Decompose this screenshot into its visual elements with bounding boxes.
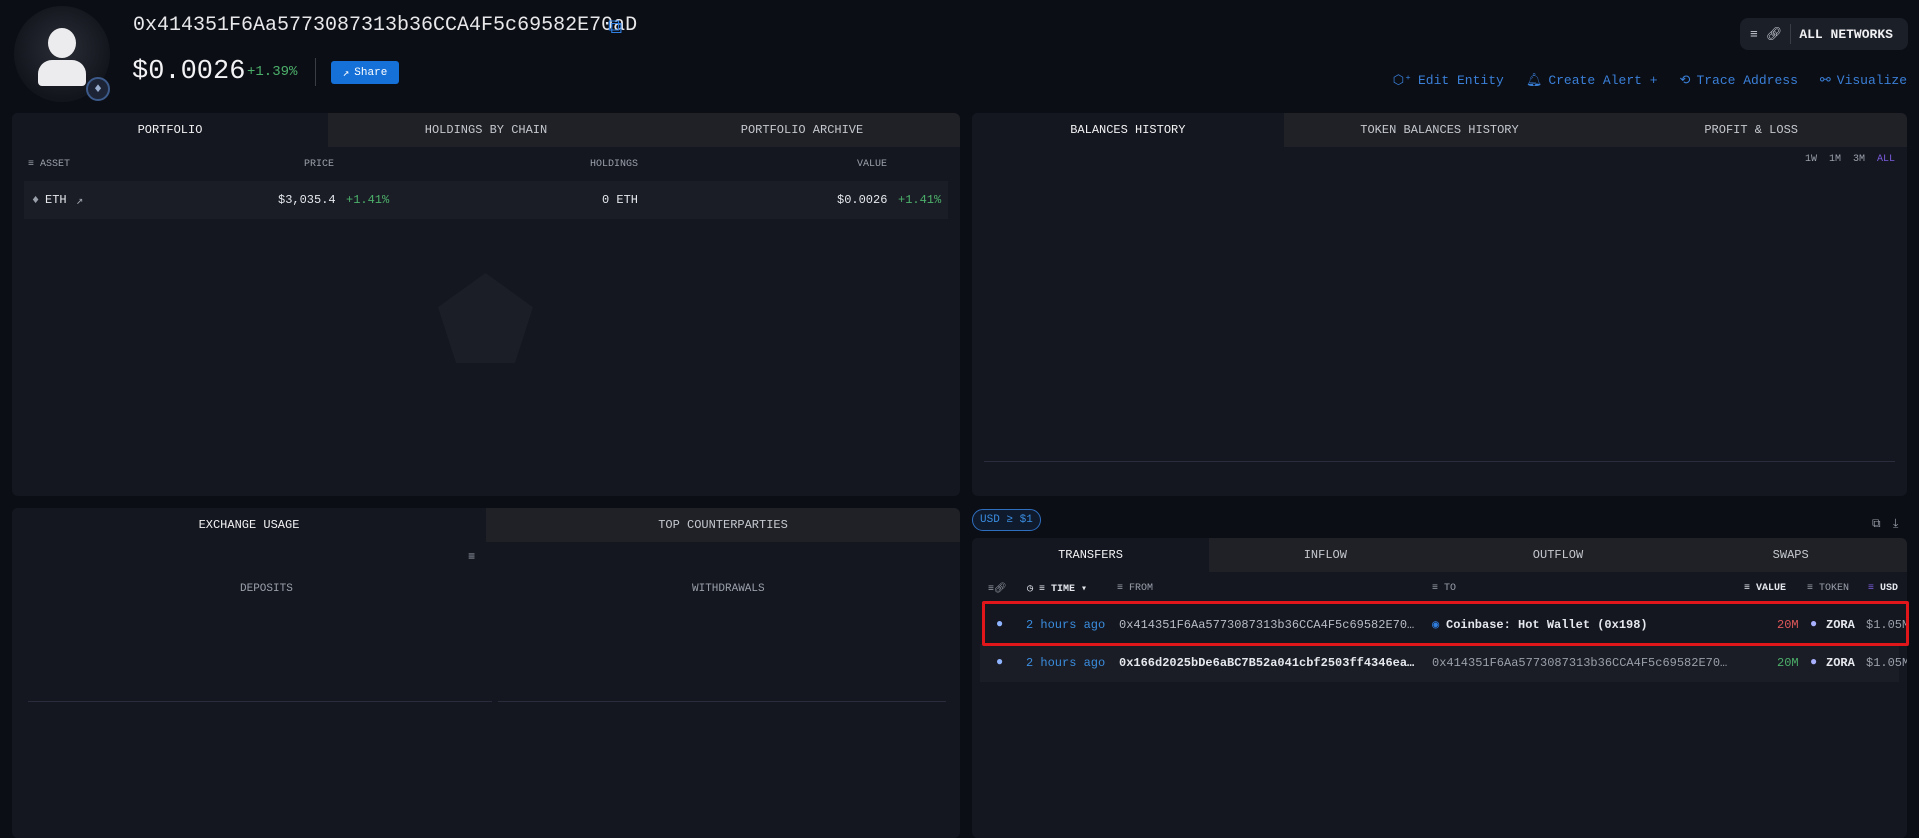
tab-holdings-by-chain[interactable]: HOLDINGS BY CHAIN [328, 113, 644, 147]
tab-transfers[interactable]: TRANSFERS [972, 538, 1209, 572]
download-icon[interactable]: ⤓ [1893, 517, 1898, 531]
create-alert-button[interactable]: 🔔︎ Create Alert + [1526, 73, 1658, 88]
chart-icon[interactable]: ↗ [76, 193, 83, 208]
edit-entity-button[interactable]: ⬡⁺ Edit Entity [1393, 73, 1504, 88]
withdrawals-axis [498, 701, 946, 702]
transfers-header: ≡🔗︎ ◷ ≡ TIME ▾ ≡ FROM ≡ TO ≡ VALUE ≡ TOK… [972, 572, 1907, 606]
balances-panel: BALANCES HISTORY TOKEN BALANCES HISTORY … [972, 113, 1907, 496]
value-column[interactable]: ≡ VALUE [1744, 583, 1786, 594]
deposits-axis [28, 701, 492, 702]
portfolio-panel: PORTFOLIO HOLDINGS BY CHAIN PORTFOLIO AR… [12, 113, 960, 496]
portfolio-header: ≡ ASSET PRICE HOLDINGS VALUE [12, 147, 960, 181]
from-column[interactable]: ≡ FROM [1117, 583, 1153, 594]
entity-actions: ⬡⁺ Edit Entity 🔔︎ Create Alert + ⟲ Trace Ad… [1393, 73, 1907, 88]
to-column[interactable]: ≡ TO [1432, 583, 1456, 594]
tab-exchange-usage[interactable]: EXCHANGE USAGE [12, 508, 486, 542]
balance: $0.0026 [132, 57, 246, 87]
zora-icon: ● [1810, 655, 1818, 669]
tab-profit-loss[interactable]: PROFIT & LOSS [1595, 113, 1907, 147]
ethereum-icon: ♦ [86, 77, 110, 101]
link-icon[interactable]: 🔗︎ [1766, 27, 1783, 42]
share-icon: ↗ [342, 67, 350, 80]
range-3m[interactable]: 3M [1853, 154, 1865, 165]
usd-filter-pill[interactable]: USD ≥ $1 [972, 509, 1041, 531]
copy-icon[interactable]: ⧉ [1872, 517, 1881, 531]
exchange-panel: EXCHANGE USAGE TOP COUNTERPARTIES ≡ DEPO… [12, 508, 960, 838]
bell-icon: 🔔︎ [1525, 73, 1543, 88]
copy-icon[interactable]: ⧉ [608, 16, 622, 40]
range-all[interactable]: ALL [1877, 154, 1895, 165]
range-1m[interactable]: 1M [1829, 154, 1841, 165]
table-row[interactable]: ♦ ETH ↗ $3,035.4 +1.41% 0 ETH $0.0026 +1… [24, 181, 948, 219]
edit-entity-icon: ⬡⁺ [1392, 73, 1412, 88]
tab-outflow[interactable]: OUTFLOW [1442, 538, 1675, 572]
holdings-column[interactable]: HOLDINGS [590, 159, 638, 170]
filter-icon[interactable]: ≡ [1750, 27, 1758, 42]
range-selector: 1W 1M 3M ALL [1805, 154, 1895, 165]
tab-portfolio-archive[interactable]: PORTFOLIO ARCHIVE [644, 113, 960, 147]
coinbase-icon: ◉ [1432, 618, 1440, 632]
zora-icon: ● [1810, 617, 1818, 631]
usd-column[interactable]: ≡ USD [1868, 583, 1898, 594]
graph-icon: ⚯ [1819, 73, 1831, 88]
tab-portfolio[interactable]: PORTFOLIO [12, 113, 328, 147]
chain-icon: ● [996, 655, 1004, 669]
divider [315, 58, 316, 86]
value-column[interactable]: VALUE [857, 159, 887, 170]
chart-axis [984, 461, 1895, 462]
filter-link-icon[interactable]: ≡🔗︎ [988, 583, 1007, 595]
filter-icon[interactable]: ≡ [468, 550, 475, 564]
visualize-button[interactable]: ⚯ Visualize [1820, 73, 1907, 88]
price-column[interactable]: PRICE [304, 159, 334, 170]
transfers-panel: TRANSFERS INFLOW OUTFLOW SWAPS ≡🔗︎ ◷ ≡ T… [972, 538, 1907, 838]
chain-icon: ● [996, 617, 1004, 631]
tab-swaps[interactable]: SWAPS [1674, 538, 1907, 572]
trace-icon: ⟲ [1679, 73, 1691, 88]
table-row[interactable]: ● 2 hours ago 0x166d2025bDe6aBC7B52a041c… [980, 644, 1907, 682]
tab-inflow[interactable]: INFLOW [1209, 538, 1442, 572]
network-selector[interactable]: ≡ 🔗︎ ALL NETWORKS [1740, 18, 1908, 50]
share-button[interactable]: ↗ Share [331, 61, 399, 84]
time-column[interactable]: ◷ ≡ TIME ▾ [1027, 583, 1087, 595]
wallet-address: 0x414351F6Aa5773087313b36CCA4F5c69582E70… [133, 14, 638, 37]
eth-icon: ♦ [32, 193, 40, 207]
token-column[interactable]: ≡ TOKEN [1807, 583, 1849, 594]
trace-address-button[interactable]: ⟲ Trace Address [1680, 73, 1798, 88]
watermark-logo [438, 273, 533, 363]
deposits-label: DEPOSITS [240, 583, 293, 595]
table-row[interactable]: ● 2 hours ago 0x414351F6Aa5773087313b36C… [980, 606, 1907, 644]
range-1w[interactable]: 1W [1805, 154, 1817, 165]
tab-token-balances-history[interactable]: TOKEN BALANCES HISTORY [1284, 113, 1596, 147]
withdrawals-label: WITHDRAWALS [692, 583, 765, 595]
balance-change: +1.39% [247, 64, 298, 80]
tab-balances-history[interactable]: BALANCES HISTORY [972, 113, 1284, 147]
asset-column[interactable]: ≡ ASSET [28, 159, 70, 170]
tab-top-counterparties[interactable]: TOP COUNTERPARTIES [486, 508, 960, 542]
